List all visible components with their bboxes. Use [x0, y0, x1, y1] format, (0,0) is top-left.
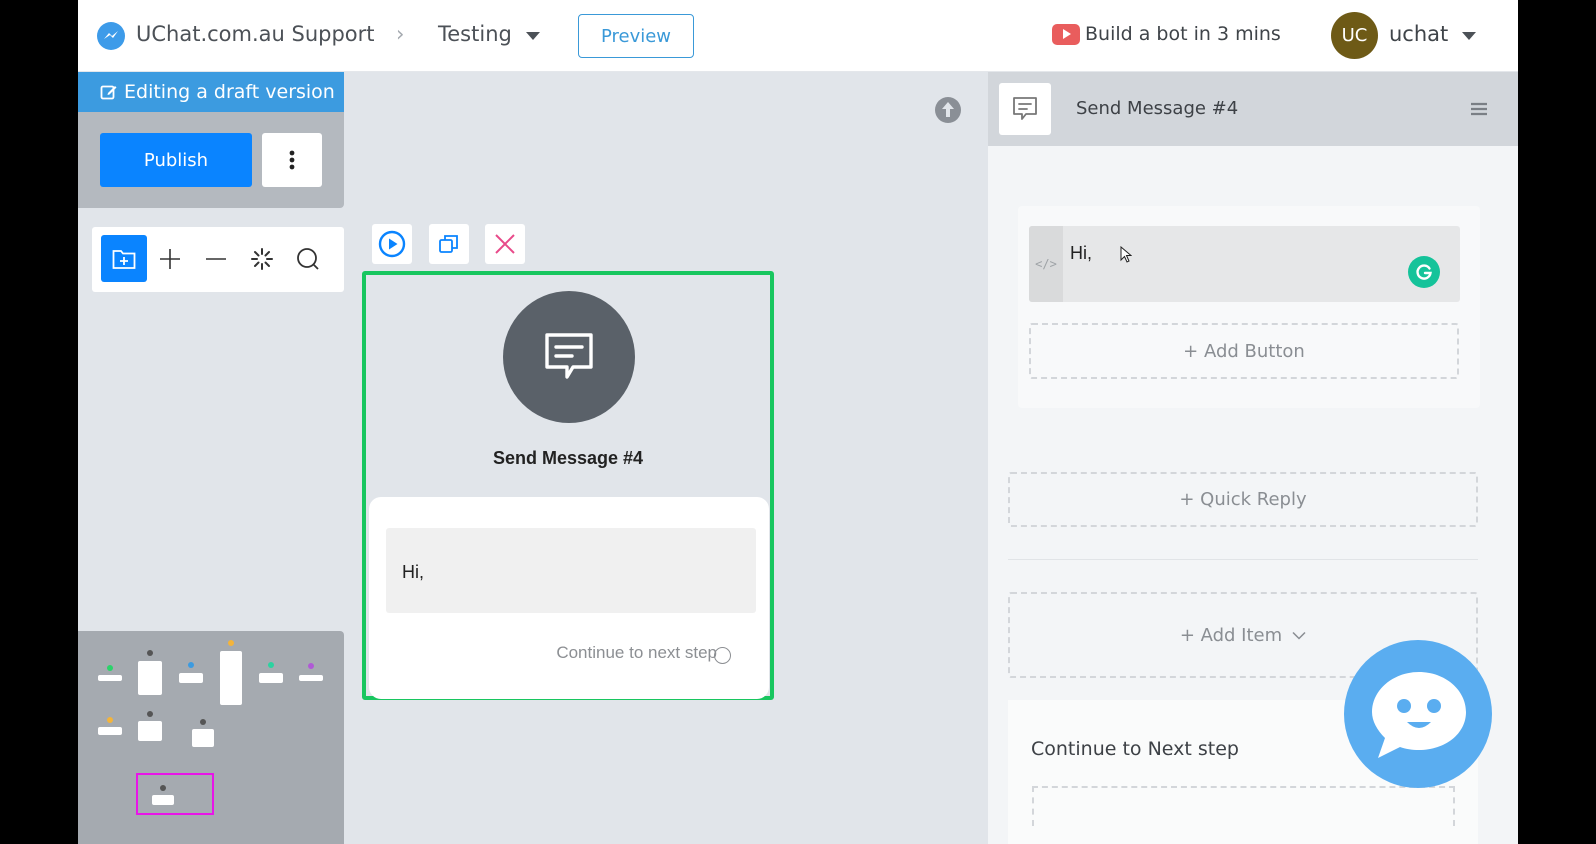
node-message: Hi, [386, 528, 756, 613]
minus-icon [206, 257, 226, 260]
delete-node-button[interactable] [485, 224, 525, 264]
continue-step-slot[interactable] [1032, 786, 1455, 826]
minimap-dot [107, 665, 113, 671]
minimap-dot [188, 662, 194, 668]
loading-tool[interactable] [239, 235, 285, 282]
zoom-out-tool[interactable] [193, 235, 239, 282]
minimap-node [138, 721, 162, 741]
youtube-icon[interactable] [1052, 24, 1080, 45]
publish-button[interactable]: Publish [100, 133, 252, 187]
minimap-dot [147, 650, 153, 656]
minimap-node [138, 661, 162, 695]
minimap-node [259, 673, 283, 683]
top-bar: UChat.com.au Support › Testing Preview B… [78, 0, 1518, 72]
code-icon[interactable]: </> [1029, 226, 1063, 302]
node-continue-label: Continue to next step [556, 643, 717, 662]
minimap-dot [268, 662, 274, 668]
chatbot-icon [1372, 672, 1466, 758]
spinner-icon [251, 247, 273, 270]
message-icon [545, 333, 593, 379]
minimap-dot [308, 663, 314, 669]
messenger-icon [97, 22, 125, 50]
menu-icon[interactable] [1470, 102, 1488, 116]
grammarly-icon[interactable] [1408, 256, 1440, 288]
search-icon [297, 247, 319, 270]
divider [1008, 559, 1478, 560]
message-icon [999, 83, 1051, 135]
node-body: Hi, Continue to next step [369, 497, 769, 699]
node-title: Send Message #4 [492, 448, 644, 468]
page-name[interactable]: UChat.com.au Support [136, 22, 375, 46]
quick-reply-button[interactable]: + Quick Reply [1008, 472, 1478, 527]
test-node-button[interactable] [372, 224, 412, 264]
send-message-node[interactable]: Send Message #4 Hi, Continue to next ste… [362, 271, 774, 700]
minimap-node [220, 651, 242, 705]
preview-button[interactable]: Preview [578, 14, 694, 58]
chevron-down-icon [1292, 631, 1306, 640]
add-item-label: + Add Item [1179, 624, 1283, 646]
minimap-viewport[interactable] [136, 773, 214, 815]
panel-title[interactable]: Send Message #4 [1076, 98, 1238, 119]
draft-banner-text: Editing a draft version [124, 81, 335, 103]
app-window: UChat.com.au Support › Testing Preview B… [78, 0, 1518, 844]
breadcrumb-separator: › [396, 22, 405, 46]
add-button[interactable]: + Add Button [1029, 323, 1459, 379]
edit-icon [100, 85, 117, 100]
search-tool[interactable] [285, 235, 331, 282]
minimap-dot [200, 719, 206, 725]
minimap-node [98, 675, 122, 681]
minimap-node [179, 673, 203, 683]
chevron-down-icon[interactable] [526, 32, 540, 40]
mouse-cursor-icon [1120, 246, 1132, 263]
add-folder-tool[interactable] [101, 235, 147, 282]
minimap-node [192, 729, 214, 747]
user-menu[interactable]: uchat [1389, 22, 1448, 46]
build-bot-link[interactable]: Build a bot in 3 mins [1085, 23, 1281, 45]
minimap-node [299, 675, 323, 681]
flow-name-dropdown[interactable]: Testing [438, 22, 512, 46]
plus-icon [160, 248, 180, 269]
chat-widget-button[interactable] [1344, 640, 1492, 788]
play-icon [378, 230, 406, 258]
canvas-toolbar [92, 227, 344, 292]
publish-area: Publish [78, 112, 344, 208]
minimap-dot [147, 711, 153, 717]
chevron-down-icon[interactable] [1462, 32, 1476, 40]
duplicate-node-button[interactable] [429, 224, 469, 264]
minimap[interactable] [78, 631, 344, 844]
zoom-in-tool[interactable] [147, 235, 193, 282]
draft-banner: Editing a draft version [78, 72, 344, 112]
upload-icon[interactable] [935, 97, 961, 123]
message-editor[interactable]: </> Hi, [1029, 226, 1460, 302]
avatar[interactable]: UC [1331, 12, 1378, 59]
minimap-node [98, 727, 122, 735]
more-options-button[interactable] [262, 133, 322, 187]
message-text[interactable]: Hi, [1070, 243, 1092, 264]
minimap-dot [107, 717, 113, 723]
panel-header: Send Message #4 [988, 72, 1518, 146]
continue-label: Continue to Next step [1031, 738, 1239, 760]
node-icon-circle [503, 291, 635, 423]
duplicate-icon [439, 235, 458, 253]
minimap-dot [228, 640, 234, 646]
node-output-port[interactable] [714, 647, 731, 664]
close-icon [495, 234, 515, 254]
vertical-ellipsis-icon [289, 150, 295, 170]
folder-plus-icon [112, 249, 136, 269]
